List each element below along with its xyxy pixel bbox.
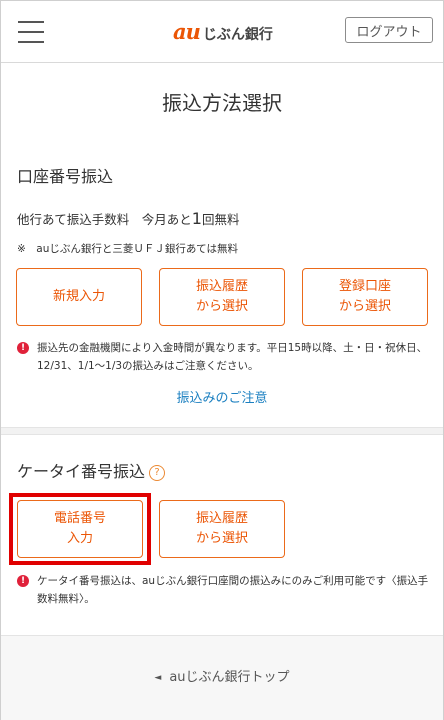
bank-top-label: auじぶん銀行トップ [169, 670, 290, 685]
new-input-button[interactable]: 新規入力 [16, 268, 142, 326]
logo-bank-name: じぶん銀行 [202, 27, 273, 43]
help-icon[interactable]: ? [149, 465, 166, 481]
caution-link[interactable]: 振込みのご注意 [1, 387, 443, 406]
fee-prefix: 他行あて振込手数料 今月あと [17, 212, 192, 227]
mobile-history-button[interactable]: 振込履歴 から選択 [159, 500, 285, 558]
page-title: 振込方法選択 [162, 91, 282, 115]
left-arrow-icon: ◄ [154, 673, 162, 683]
menu-icon[interactable] [18, 19, 44, 45]
account-history-label: 振込履歴 から選択 [195, 279, 248, 314]
app-frame: au じぶん銀行 ログアウト 振込方法選択 口座番号振込 他行あて振込手数料 今月… [0, 0, 444, 720]
mobile-transfer-warning: ! ケータイ番号振込は、auじぶん銀行口座間の振込みにのみご利用可能です〈振込手… [17, 572, 431, 608]
logout-button[interactable]: ログアウト [345, 17, 433, 43]
fee-count: 1 [191, 209, 202, 228]
account-history-button[interactable]: 振込履歴 から選択 [159, 268, 285, 326]
mobile-transfer-title-text: ケータイ番号振込 [17, 462, 146, 481]
section-divider [1, 427, 443, 435]
registered-account-label: 登録口座 から選択 [338, 279, 391, 314]
free-note: ※ auじぶん銀行と三菱ＵＦＪ銀行あては無料 [17, 243, 238, 255]
mobile-history-label: 振込履歴 から選択 [195, 511, 248, 546]
account-transfer-warning: ! 振込先の金融機関により入金時間が異なります。平日15時以降、土・日・祝休日、… [17, 339, 431, 375]
header: au じぶん銀行 ログアウト [1, 1, 443, 63]
logo-au: au [173, 19, 201, 44]
warning-icon: ! [17, 342, 29, 354]
fee-info: 他行あて振込手数料 今月あと1回無料 [17, 209, 239, 228]
warning-icon: ! [17, 575, 29, 587]
registered-account-button[interactable]: 登録口座 から選択 [302, 268, 428, 326]
account-transfer-title: 口座番号振込 [17, 167, 114, 186]
highlight-box [9, 493, 151, 565]
mobile-transfer-title: ケータイ番号振込? [17, 458, 166, 482]
logo[interactable]: au じぶん銀行 [173, 19, 273, 44]
bank-top-link[interactable]: ◄ auじぶん銀行トップ [1, 666, 443, 685]
fee-suffix: 回無料 [201, 212, 240, 227]
footer: ◄ auじぶん銀行トップ [1, 635, 443, 720]
new-input-label: 新規入力 [52, 289, 105, 304]
